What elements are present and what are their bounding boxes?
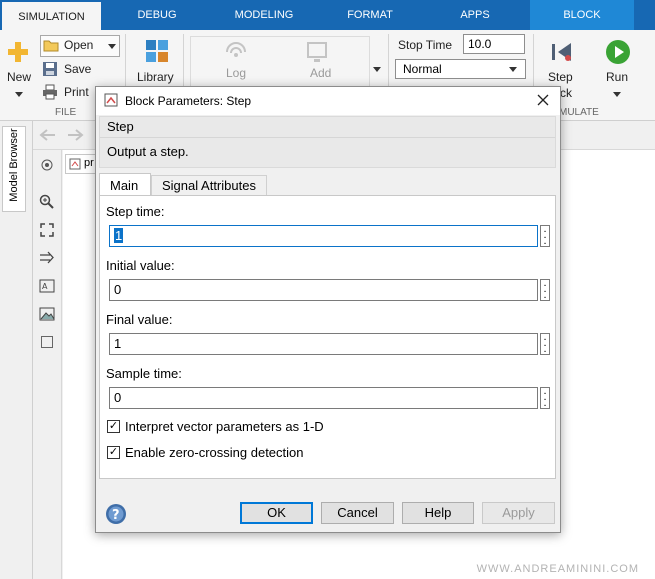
annotation-icon[interactable]: A [39, 278, 55, 294]
tab-format[interactable]: FORMAT [328, 0, 412, 30]
run-label[interactable]: Run [606, 70, 628, 84]
svg-text:?: ? [112, 508, 120, 523]
tab-debug[interactable]: DEBUG [113, 0, 201, 30]
chevron-down-icon [108, 44, 116, 49]
folder-icon [43, 40, 59, 52]
stop-time-label: Stop Time [398, 38, 453, 52]
block-description-panel: Step Output a step. [99, 116, 556, 168]
run-icon[interactable] [604, 38, 632, 66]
save-label[interactable]: Save [64, 62, 91, 76]
stop-time-input[interactable]: 10.0 [463, 34, 525, 54]
svg-text:A: A [42, 282, 48, 291]
help-button[interactable]: Help [402, 502, 474, 524]
log-label: Log [226, 66, 247, 80]
close-icon[interactable] [537, 94, 549, 106]
open-label: Open [64, 38, 94, 52]
save-icon[interactable] [42, 61, 58, 77]
block-description: Output a step. [107, 144, 189, 159]
tab-main-label: Main [110, 178, 139, 193]
model-browser-label: Model Browser [8, 128, 20, 202]
toolstrip-tab-bar: SIMULATION DEBUG MODELING FORMAT APPS BL… [0, 0, 655, 30]
chevron-down-icon [509, 67, 517, 72]
step-back-icon[interactable] [549, 39, 575, 65]
interpret-vector-label: Interpret vector parameters as 1-D [125, 419, 324, 434]
tab-main[interactable]: Main [99, 173, 151, 196]
tab-apps[interactable]: APPS [430, 0, 520, 30]
simulate-group-label: MULATE [559, 107, 599, 118]
back-arrow-icon[interactable] [37, 127, 57, 143]
tab-modeling[interactable]: MODELING [216, 0, 312, 30]
initial-value-more-icon[interactable]: ... [540, 278, 550, 301]
step-time-input[interactable]: 1 [109, 225, 538, 247]
add-label: Add [310, 66, 332, 80]
cancel-button[interactable]: Cancel [321, 502, 394, 524]
run-dropdown-icon[interactable] [613, 92, 621, 97]
new-dropdown-icon[interactable] [15, 92, 23, 97]
chevron-down-icon[interactable] [373, 67, 381, 72]
sample-time-input[interactable]: 0 [109, 387, 538, 409]
simulation-mode-value: Normal [403, 62, 442, 76]
step-time-more-icon[interactable]: ... [540, 224, 550, 247]
log-signals-icon [226, 42, 246, 57]
print-label[interactable]: Print [64, 85, 89, 99]
open-button[interactable]: Open [40, 35, 120, 57]
zero-crossing-label: Enable zero-crossing detection [125, 445, 304, 460]
breadcrumb-model-name: pr [84, 157, 94, 169]
tab-signal-attributes-label: Signal Attributes [162, 178, 256, 193]
area-icon[interactable] [41, 336, 53, 348]
final-value-label: Final value: [106, 312, 173, 327]
image-icon[interactable] [39, 306, 55, 322]
new-button-label[interactable]: New [7, 70, 31, 84]
file-group-label: FILE [55, 107, 77, 118]
ok-button[interactable]: OK [240, 502, 313, 524]
hide-show-explorer-icon[interactable] [40, 158, 54, 172]
print-icon[interactable] [42, 84, 58, 100]
tab-signal-attributes[interactable]: Signal Attributes [151, 175, 267, 196]
final-value-input[interactable]: 1 [109, 333, 538, 355]
zoom-icon[interactable] [39, 194, 55, 210]
sample-time-more-icon[interactable]: ... [540, 386, 550, 409]
model-browser-tab[interactable]: Model Browser [2, 126, 26, 212]
dialog-title-bar: Block Parameters: Step [96, 87, 560, 115]
tab-block[interactable]: BLOCK [530, 0, 634, 30]
divider [100, 137, 555, 138]
tab-simulation[interactable]: SIMULATION [2, 0, 101, 30]
arrow-icon[interactable] [39, 250, 55, 266]
help-icon[interactable]: ? [105, 503, 127, 525]
sample-time-label: Sample time: [106, 366, 182, 381]
block-type-label: Step [107, 119, 134, 134]
step-time-value: 1 [114, 228, 124, 243]
step-back-label-suffix[interactable]: ck [560, 86, 572, 100]
add-viewer-icon [307, 42, 327, 62]
forward-arrow-icon[interactable] [66, 127, 86, 143]
new-icon[interactable] [6, 40, 30, 64]
fit-to-view-icon[interactable] [39, 222, 55, 238]
watermark: WWW.ANDREAMININI.COM [476, 563, 639, 575]
zero-crossing-checkbox[interactable]: ✓ [107, 446, 120, 459]
final-value-more-icon[interactable]: ... [540, 332, 550, 355]
dialog-title: Block Parameters: Step [125, 94, 252, 108]
apply-button[interactable]: Apply [482, 502, 555, 524]
library-icon[interactable] [145, 39, 169, 63]
interpret-vector-checkbox[interactable]: ✓ [107, 420, 120, 433]
model-icon [69, 158, 81, 170]
step-time-label: Step time: [106, 204, 165, 219]
canvas-toolstrip: A [33, 150, 62, 579]
step-back-label[interactable]: Step [548, 70, 573, 84]
initial-value-input[interactable]: 0 [109, 279, 538, 301]
main-tab-panel: Step time: 1 ... Initial value: 0 ... Fi… [99, 195, 556, 479]
block-icon [104, 93, 118, 107]
initial-value-label: Initial value: [106, 258, 175, 273]
simulation-mode-select[interactable]: Normal [395, 59, 526, 79]
library-label[interactable]: Library [137, 70, 174, 84]
block-parameters-dialog: Block Parameters: Step Step Output a ste… [95, 86, 561, 533]
